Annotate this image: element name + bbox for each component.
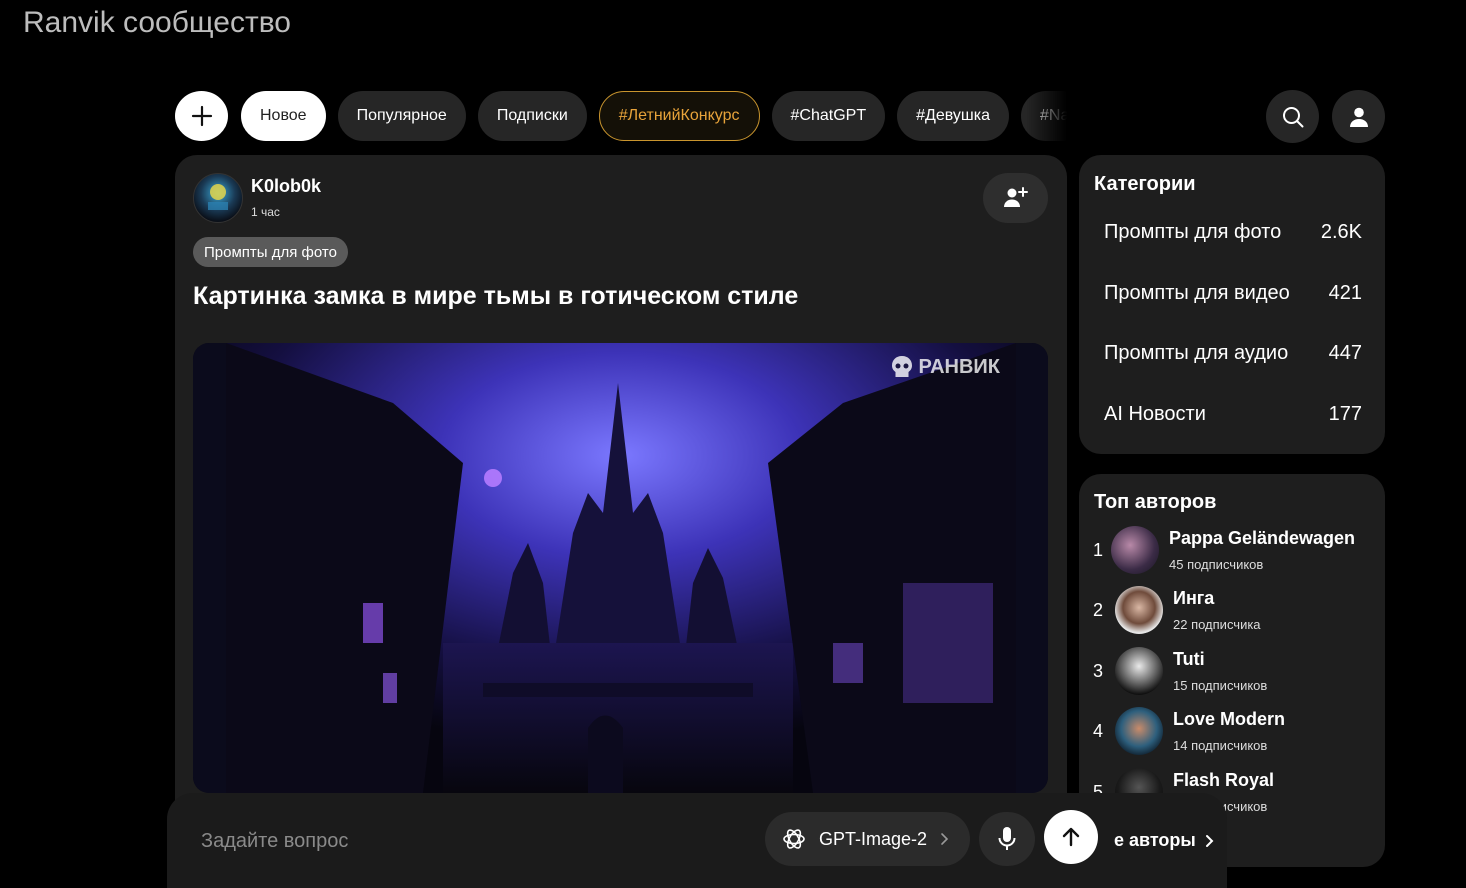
category-item[interactable]: Промпты для видео 421 [1104, 282, 1362, 305]
author-avatar[interactable] [1111, 526, 1159, 574]
author-name[interactable]: Tuti [1173, 649, 1205, 670]
tab-new[interactable]: Новое [241, 91, 326, 141]
author-avatar[interactable] [1115, 647, 1163, 695]
ask-bar: GPT-Image-2 [167, 793, 1227, 888]
tab-summer-contest[interactable]: #ЛетнийКонкурс [598, 91, 760, 141]
category-item[interactable]: Промпты для фото 2.6K [1104, 221, 1362, 244]
tab-chatgpt[interactable]: #ChatGPT [771, 91, 886, 141]
author-rank: 1 [1093, 540, 1104, 560]
category-count: 447 [1328, 342, 1362, 364]
post-card: K0lob0k 1 час Промпты для фото Картинка … [175, 155, 1067, 855]
category-name: AI Новости [1104, 403, 1206, 425]
author-avatar[interactable] [193, 173, 243, 223]
category-name: Промпты для видео [1104, 282, 1290, 304]
author-name[interactable]: Pappa Geländewagen [1169, 528, 1355, 549]
author-item[interactable]: 4 Love Modern 14 подписчиков [1093, 707, 1378, 759]
author-name[interactable]: Инга [1173, 588, 1214, 609]
ask-input[interactable] [199, 829, 723, 854]
categories-card: Категории Промпты для фото 2.6K Промпты … [1079, 155, 1385, 454]
gothic-castle-image [193, 343, 1048, 793]
author-name[interactable]: K0lob0k [251, 176, 321, 197]
filter-tabs: Новое Популярное Подписки #ЛетнийКонкурс… [241, 91, 1067, 141]
model-name: GPT-Image-2 [819, 828, 928, 849]
tab-popular[interactable]: Популярное [337, 91, 466, 141]
top-authors-title: Топ авторов [1094, 491, 1217, 513]
model-selector[interactable]: GPT-Image-2 [765, 812, 970, 866]
category-item[interactable]: Промпты для аудио 447 [1104, 342, 1362, 365]
author-avatar[interactable] [1115, 707, 1163, 755]
voice-input-button[interactable] [979, 812, 1035, 866]
category-badge[interactable]: Промпты для фото [193, 237, 348, 267]
author-name[interactable]: Flash Royal [1173, 770, 1274, 791]
author-name[interactable]: Love Modern [1173, 709, 1285, 730]
category-count: 177 [1328, 403, 1362, 425]
all-authors-link[interactable]: е авторы [1082, 830, 1232, 851]
search-button[interactable] [1266, 90, 1319, 143]
category-name: Промпты для аудио [1104, 342, 1289, 364]
post-title[interactable]: Картинка замка в мире тьмы в готическом … [193, 282, 798, 311]
app-title: Ranvik сообщество [23, 6, 291, 39]
author-subscribers: 22 подписчика [1173, 617, 1261, 632]
skull-icon [891, 356, 912, 377]
author-rank: 4 [1093, 721, 1104, 741]
author-avatar[interactable] [1115, 586, 1163, 634]
watermark-text: РАНВИК [918, 355, 1001, 378]
category-count: 421 [1328, 282, 1362, 304]
add-user-icon [1003, 187, 1028, 207]
author-item[interactable]: 2 Инга 22 подписчика [1093, 586, 1378, 638]
openai-icon [783, 829, 805, 849]
tab-girl[interactable]: #Девушка [897, 91, 1009, 141]
chevron-right-icon [941, 833, 949, 845]
all-authors-label: е авторы [1114, 830, 1196, 850]
categories-title: Категории [1094, 173, 1196, 195]
chevron-right-icon [1205, 834, 1214, 847]
arrow-up-icon [1062, 827, 1080, 847]
follow-button[interactable] [983, 173, 1048, 223]
author-subscribers: 15 подписчиков [1173, 678, 1268, 693]
create-post-button[interactable] [175, 91, 228, 141]
author-subscribers: 45 подписчиков [1169, 557, 1264, 572]
tab-subscriptions[interactable]: Подписки [477, 91, 587, 141]
user-icon [1349, 107, 1368, 127]
category-name: Промпты для фото [1104, 221, 1282, 243]
post-time: 1 час [251, 205, 280, 219]
microphone-icon [998, 827, 1016, 850]
author-rank: 3 [1093, 661, 1104, 681]
tab-more[interactable]: #Na [1020, 91, 1067, 141]
search-icon [1282, 106, 1303, 127]
profile-button[interactable] [1332, 90, 1385, 143]
plus-icon [191, 105, 212, 127]
post-image[interactable]: РАНВИК [193, 343, 1048, 793]
category-item[interactable]: AI Новости 177 [1104, 403, 1362, 426]
author-item[interactable]: 1 Pappa Geländewagen 45 подписчиков [1093, 526, 1378, 578]
author-subscribers: 14 подписчиков [1173, 738, 1268, 753]
watermark: РАНВИК [891, 355, 1001, 379]
author-item[interactable]: 3 Tuti 15 подписчиков [1093, 647, 1378, 699]
author-rank: 2 [1093, 600, 1104, 620]
category-count: 2.6K [1320, 221, 1362, 243]
